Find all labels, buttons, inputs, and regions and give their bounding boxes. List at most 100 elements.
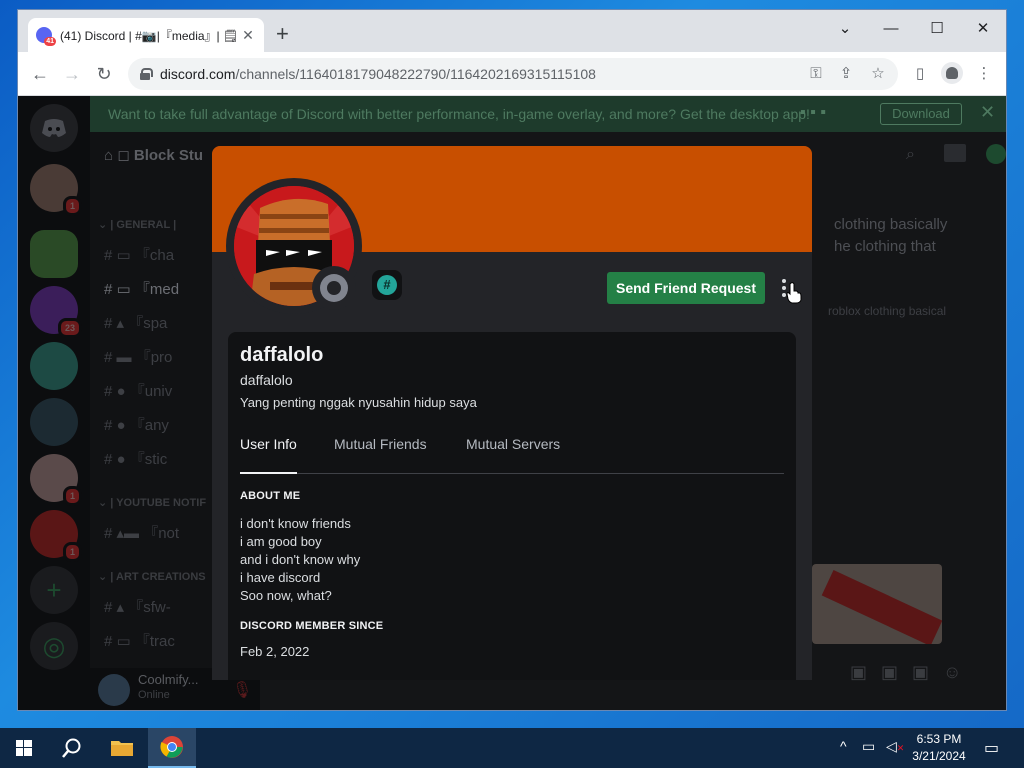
minimize-button[interactable]: — (868, 16, 914, 42)
volume-muted-icon[interactable]: ◁✕ (886, 738, 904, 755)
channel-item[interactable]: # ▴ 『sfw- (104, 596, 171, 617)
close-window-button[interactable]: ✕ (960, 16, 1006, 42)
tab-badge: 41 (44, 37, 56, 46)
clock-time: 6:53 PM (916, 732, 962, 746)
network-icon[interactable]: ▭ (862, 738, 875, 755)
emoji-icon[interactable]: ☺ (943, 662, 975, 682)
show-hidden-icons-icon[interactable]: ^ (840, 738, 847, 754)
browser-menu-icon[interactable]: ⋮ (972, 62, 996, 86)
lock-icon (140, 68, 153, 80)
category-label: ART CREATIONS (116, 571, 206, 583)
share-icon[interactable]: ⇪ (834, 58, 858, 90)
server-icon[interactable]: 1 (30, 164, 82, 216)
notice-text: Want to take full advantage of Discord w… (108, 106, 810, 122)
hand-cursor-icon (786, 282, 802, 304)
tab-mutual-servers[interactable]: Mutual Servers (466, 436, 560, 474)
tab-mutual-friends[interactable]: Mutual Friends (334, 436, 427, 474)
file-explorer-icon[interactable] (98, 728, 146, 768)
tab-user-info[interactable]: User Info (240, 436, 297, 474)
about-me-line: and i don't know why (240, 552, 361, 567)
server-badge: 1 (62, 486, 82, 506)
channel-item[interactable]: # ● 『stic (104, 448, 167, 469)
user-name: Coolmify... (138, 672, 199, 687)
server-list: 1 23 1 1 + ◎ (18, 96, 90, 710)
channel-label: 『any (129, 417, 169, 434)
discord-home-icon[interactable] (30, 104, 78, 152)
channel-label: 『not (143, 525, 180, 542)
gif-icon[interactable]: ▣ (881, 662, 912, 682)
message-reply-text: roblox clothing basical (828, 304, 947, 318)
maximize-button[interactable]: ☐ (914, 16, 960, 42)
new-tab-button[interactable]: + (276, 22, 289, 46)
inbox-icon[interactable] (944, 144, 966, 162)
channel-label: 『cha (134, 247, 175, 264)
profile-icon[interactable] (940, 62, 964, 87)
profile-avatar-frame (226, 178, 362, 314)
channel-item-active[interactable]: # ▭ 『med (104, 278, 179, 299)
windows-taskbar: ^ ▭ ◁✕ 6:53 PM 3/21/2024 ▭ (0, 728, 1024, 768)
server-icon[interactable] (30, 230, 78, 278)
message-text: he clothing that (834, 238, 936, 255)
address-bar[interactable]: discord.com/channels/1164018179048222790… (128, 58, 898, 90)
mute-icon[interactable]: 🎙 (232, 680, 252, 700)
about-me-line: i have discord (240, 570, 321, 585)
category-label: YOUTUBE NOTIF (116, 497, 207, 509)
channel-item[interactable]: # ▬ 『pro (104, 346, 172, 367)
channel-item[interactable]: # ▭ 『trac (104, 630, 175, 651)
channel-item[interactable]: # ● 『univ (104, 380, 172, 401)
gift-icon[interactable]: ▣ (850, 662, 881, 682)
channel-label: 『univ (129, 383, 173, 400)
system-clock[interactable]: 6:53 PM 3/21/2024 (906, 731, 972, 765)
channel-label: 『sfw- (128, 599, 171, 616)
category-label: GENERAL (116, 219, 171, 231)
category-header[interactable]: ⌄ | ART CREATIONS (98, 570, 206, 583)
server-icon[interactable]: 1 (30, 454, 82, 506)
about-me-heading: ABOUT ME (240, 490, 301, 502)
url-path: /channels/1164018179048222790/1164202169… (235, 66, 596, 82)
discord-favicon-icon: 41 (36, 27, 56, 46)
browser-tab[interactable]: 41 (41) Discord | #📷|『media』| 🗒 ✕ (28, 18, 264, 52)
server-icon[interactable] (30, 342, 78, 390)
download-button[interactable]: Download (880, 103, 962, 125)
help-icon[interactable] (986, 144, 1006, 164)
chrome-icon[interactable] (148, 728, 196, 768)
explore-servers-icon[interactable]: ◎ (30, 622, 78, 670)
user-status: Online (138, 689, 170, 701)
search-icon[interactable] (48, 728, 96, 768)
offline-status-icon (312, 266, 356, 310)
server-icon[interactable] (30, 398, 78, 446)
tab-search-icon[interactable]: ⌄ (822, 16, 868, 42)
windows-start-icon[interactable] (8, 736, 40, 760)
category-header[interactable]: ⌄ | YOUTUBE NOTIF (98, 496, 206, 509)
notification-center-icon[interactable]: ▭ (984, 738, 999, 758)
message-image[interactable] (812, 564, 942, 644)
discord-app: 1 23 1 1 + ◎ Want to take full advantage… (18, 96, 1006, 710)
send-friend-request-button[interactable]: Send Friend Request (607, 272, 765, 304)
channel-item[interactable]: # ▭ 『cha (104, 244, 174, 265)
notice-close-icon[interactable]: ✕ (980, 102, 995, 123)
forward-arrow-icon[interactable]: → (60, 62, 84, 86)
server-icon[interactable]: 23 (30, 286, 82, 338)
profile-custom-status: Yang penting nggak nyusahin hidup saya (240, 395, 477, 410)
bookmark-star-icon[interactable]: ☆ (866, 58, 890, 90)
clock-date: 3/21/2024 (912, 749, 966, 763)
sticker-icon[interactable]: ▣ (912, 662, 943, 682)
reload-icon[interactable]: ↻ (92, 62, 116, 86)
hypesquad-badge-icon[interactable]: # (372, 270, 402, 300)
user-avatar[interactable] (98, 674, 130, 706)
back-arrow-icon[interactable]: ← (28, 62, 52, 86)
search-icon[interactable]: ⌕ (906, 146, 915, 164)
channel-item[interactable]: # ▴ 『spa (104, 312, 167, 333)
server-name[interactable]: ⌂ ◻ Block Stu (104, 146, 203, 164)
channel-item[interactable]: # ▴▬ 『not (104, 522, 179, 543)
category-header[interactable]: ⌄ | GENERAL | (98, 218, 176, 231)
tab-bar: 41 (41) Discord | #📷|『media』| 🗒 ✕ + ⌄ — … (18, 10, 1006, 52)
key-icon[interactable]: ⚿ (804, 58, 828, 90)
browser-window: 41 (41) Discord | #📷|『media』| 🗒 ✕ + ⌄ — … (18, 10, 1006, 710)
side-panel-icon[interactable]: ▯ (908, 62, 932, 86)
tab-close-icon[interactable]: ✕ (240, 27, 256, 44)
server-badge: 23 (57, 318, 82, 338)
add-server-icon[interactable]: + (30, 566, 78, 614)
channel-item[interactable]: # ● 『any (104, 414, 169, 435)
server-icon[interactable]: 1 (30, 510, 82, 562)
